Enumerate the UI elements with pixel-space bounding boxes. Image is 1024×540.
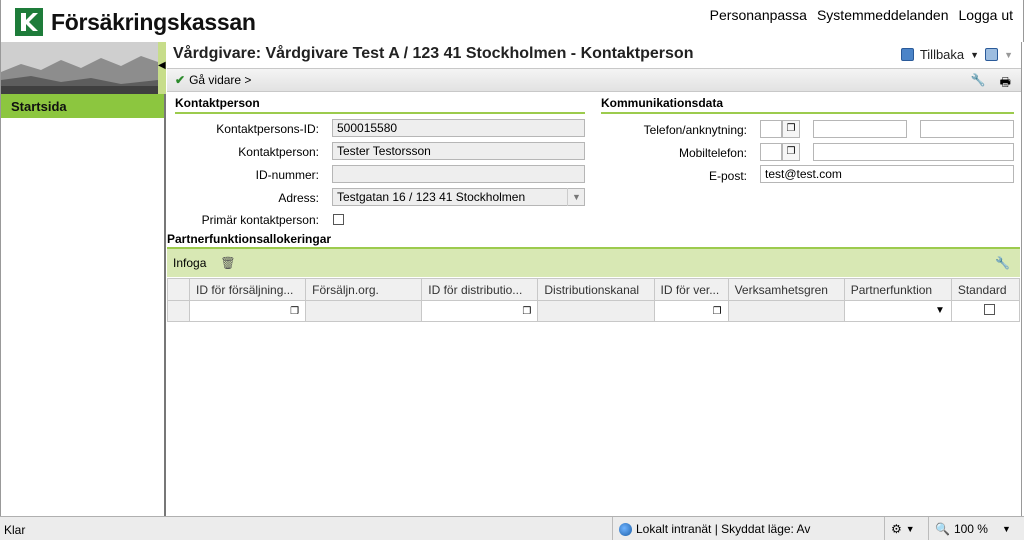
partner-section-title: Partnerfunktionsallokeringar: [167, 232, 332, 246]
column-header[interactable]: ID för försäljning...: [189, 278, 307, 301]
table-cell: [727, 300, 845, 322]
table-header-row: ID för försäljning... Försäljn.org. ID f…: [166, 278, 1021, 301]
contact-id-field[interactable]: 500015580: [332, 119, 585, 137]
phone-country-field[interactable]: [760, 120, 782, 138]
globe-icon: [619, 522, 632, 536]
value-help-icon[interactable]: ❐: [782, 120, 800, 138]
table-cell-select[interactable]: ▼: [843, 300, 952, 322]
standard-checkbox[interactable]: [983, 304, 995, 315]
action-toolbar: ✔ Gå vidare > 🔧 🖶: [167, 68, 1021, 92]
zoom-icon: 🔍: [935, 522, 950, 536]
value-help-icon[interactable]: ❐: [782, 143, 800, 161]
back-icon: [900, 48, 914, 61]
column-header[interactable]: Försäljn.org.: [305, 278, 423, 301]
value-help-icon[interactable]: ❐: [290, 306, 299, 317]
checkmark-icon: ✔: [175, 73, 186, 87]
column-header[interactable]: ID för ver...: [653, 278, 729, 301]
column-header[interactable]: ID för distributio...: [421, 278, 539, 301]
address-select[interactable]: Testgatan 16 / 123 41 Stockholmen: [332, 188, 585, 206]
primary-contact-checkbox[interactable]: [333, 214, 344, 225]
partner-toolbar: Infoga 🗑 🔧: [167, 247, 1020, 277]
chevron-down-icon[interactable]: ▼: [567, 188, 585, 206]
print-icon[interactable]: 🖶: [1000, 73, 1011, 94]
label-contact-name: Kontaktperson:: [238, 145, 319, 159]
column-header[interactable]: Verksamhetsgren: [727, 278, 845, 301]
top-links: Personanpassa Systemmeddelanden Logga ut: [710, 7, 1013, 23]
table-row-selector-header[interactable]: [166, 278, 191, 301]
label-primary-contact: Primär kontaktperson:: [201, 213, 319, 227]
label-mobile: Mobiltelefon:: [678, 146, 747, 160]
chevron-down-icon[interactable]: ▼: [906, 524, 915, 534]
continue-button[interactable]: Gå vidare >: [189, 73, 251, 87]
table-cell-input[interactable]: ❐: [421, 300, 539, 322]
value-help-icon[interactable]: ❐: [522, 306, 531, 317]
logo-text: Försäkringskassan: [51, 8, 256, 35]
partner-table: ID för försäljning... Försäljn.org. ID f…: [166, 278, 1021, 322]
table-cell: [537, 300, 655, 322]
column-header[interactable]: Standard: [950, 278, 1021, 301]
sidebar-collapse-handle[interactable]: ◀: [158, 42, 166, 94]
protected-mode-toggle[interactable]: ⚙ ▼: [884, 517, 921, 540]
security-zone: Lokalt intranät | Skyddat läge: Av: [612, 517, 816, 540]
label-address: Adress:: [278, 191, 319, 205]
zoom-level: 100 %: [953, 522, 988, 536]
label-id-number: ID-nummer:: [255, 168, 319, 182]
trash-icon[interactable]: 🗑: [220, 256, 235, 270]
zoom-control[interactable]: 🔍 100 % ▼: [928, 517, 1017, 540]
section-title-kontaktperson: Kontaktperson: [175, 96, 585, 114]
chevron-down-icon[interactable]: ▼: [1002, 524, 1011, 534]
column-header[interactable]: Partnerfunktion: [843, 278, 952, 301]
shield-icon: ⚙: [891, 522, 902, 536]
wrench-icon[interactable]: 🔧: [971, 73, 986, 94]
phone-number-field[interactable]: [813, 120, 907, 138]
contact-name-field[interactable]: Tester Testorsson: [332, 142, 585, 160]
link-logga-ut[interactable]: Logga ut: [959, 7, 1014, 23]
id-number-field[interactable]: [332, 165, 585, 183]
wrench-icon[interactable]: 🔧: [995, 256, 1010, 270]
arrow-left-icon: ◀: [158, 60, 166, 71]
label-email: E-post:: [708, 169, 747, 183]
column-header[interactable]: Distributionskanal: [537, 278, 655, 301]
value-help-icon[interactable]: ❐: [713, 306, 722, 317]
insert-button[interactable]: Infoga: [173, 256, 206, 270]
logo-mark-icon: [15, 8, 43, 36]
mobile-number-field[interactable]: [813, 143, 1014, 161]
status-text: Klar: [4, 523, 26, 537]
header-landscape-image: [1, 42, 158, 94]
label-phone: Telefon/anknytning:: [643, 123, 747, 137]
forward-icon[interactable]: [985, 48, 999, 61]
logo[interactable]: Försäkringskassan: [15, 8, 256, 36]
row-selector[interactable]: [166, 300, 191, 322]
table-cell: [305, 300, 423, 322]
back-button[interactable]: Tillbaka: [920, 47, 964, 62]
page-title: Vårdgivare: Vårdgivare Test A / 123 41 S…: [173, 45, 694, 62]
email-field[interactable]: test@test.com: [760, 165, 1014, 183]
page-title-bar: Vårdgivare: Vårdgivare Test A / 123 41 S…: [167, 42, 1021, 68]
top-header: Försäkringskassan Personanpassa Systemme…: [0, 0, 1024, 42]
chevron-down-icon[interactable]: ▼: [970, 50, 979, 60]
mobile-country-field[interactable]: [760, 143, 782, 161]
chevron-down-icon[interactable]: ▼: [1004, 50, 1013, 60]
label-contact-id: Kontaktpersons-ID:: [216, 122, 319, 136]
table-cell-checkbox[interactable]: [950, 300, 1021, 322]
zone-text: Lokalt intranät | Skyddat läge: Av: [636, 522, 811, 536]
table-cell-input[interactable]: ❐: [189, 300, 307, 322]
sidebar-item-startsida[interactable]: Startsida: [1, 94, 164, 118]
chevron-down-icon[interactable]: ▼: [935, 305, 945, 316]
status-bar: Klar Lokalt intranät | Skyddat läge: Av …: [0, 516, 1024, 540]
phone-extension-field[interactable]: [920, 120, 1014, 138]
link-systemmeddelanden[interactable]: Systemmeddelanden: [817, 7, 949, 23]
section-title-kommunikationsdata: Kommunikationsdata: [601, 96, 1014, 114]
link-personanpassa[interactable]: Personanpassa: [710, 7, 807, 23]
sidebar: ◀ Startsida: [0, 42, 166, 516]
table-cell-input[interactable]: ❐: [653, 300, 729, 322]
main-content: Vårdgivare: Vårdgivare Test A / 123 41 S…: [166, 42, 1022, 516]
table-row: ❐ ❐ ❐ ▼: [166, 300, 1021, 322]
